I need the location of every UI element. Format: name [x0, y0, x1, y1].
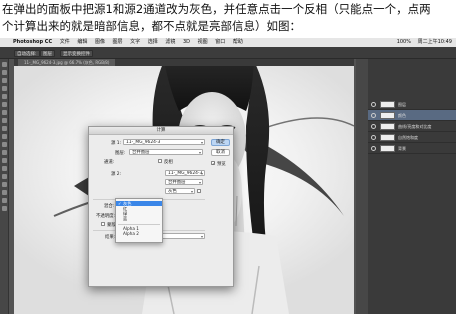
- history-brush-tool-icon[interactable]: [1, 134, 7, 139]
- eyedropper-tool-icon[interactable]: [1, 102, 7, 107]
- layer-name: 图层: [398, 102, 406, 107]
- source2-channel-dropdown[interactable]: 灰色: [165, 188, 195, 194]
- layer-row[interactable]: 曲线/亮度和对比度: [368, 121, 456, 132]
- caption: 在弹出的面板中把源1和源2通道改为灰色，并任意点击一个反相（只能点一个，点两 个…: [0, 0, 456, 38]
- result-label: 结果:: [105, 235, 116, 240]
- source1-layer-label: 图层:: [115, 151, 126, 156]
- lasso-tool-icon[interactable]: [1, 78, 7, 83]
- layer-name: 背景: [398, 146, 406, 151]
- eye-icon[interactable]: [371, 113, 376, 118]
- channel-dropdown-menu: 灰色 红 绿 蓝 Alpha 1 Alpha 2: [115, 198, 163, 243]
- source2-dropdown[interactable]: 11-_MG_9624-3: [165, 170, 205, 176]
- menu-item[interactable]: 文字: [130, 39, 140, 45]
- menu-item[interactable]: 视图: [198, 39, 208, 45]
- invert1-label: 反相: [164, 160, 173, 165]
- stamp-tool-icon[interactable]: [1, 126, 7, 131]
- options-bar: 自动选择: 图层 显示变换控件: [0, 47, 456, 59]
- menu-item[interactable]: 帮助: [233, 39, 243, 45]
- source1-label: 源 1:: [111, 141, 122, 146]
- layer-row[interactable]: 自然饱和度: [368, 132, 456, 143]
- check-icon: ✓: [212, 161, 216, 166]
- caption-line-1: 在弹出的面板中把源1和源2通道改为灰色，并任意点击一个反相（只能点一个，点两: [2, 2, 431, 16]
- source2-label: 源 2:: [111, 172, 122, 177]
- caption-line-2: 个计算出来的就是暗部信息，都不点就是亮部信息）如图：: [2, 19, 301, 33]
- path-select-tool-icon[interactable]: [1, 182, 7, 187]
- channel-option[interactable]: 蓝: [116, 216, 162, 221]
- layer-thumbnail: [380, 112, 395, 119]
- photoshop-window: Photoshop CC 文件 编辑 图像 图层 文字 选择 滤镜 3D 视图 …: [0, 38, 456, 314]
- auto-select-dropdown[interactable]: 图层: [40, 49, 55, 57]
- type-tool-icon[interactable]: [1, 174, 7, 179]
- status-area: 100% 周二上午10:49: [392, 38, 452, 47]
- healing-tool-icon[interactable]: [1, 110, 7, 115]
- menu-item[interactable]: 选择: [148, 39, 158, 45]
- invert1-checkbox[interactable]: [158, 159, 162, 163]
- dialog-title: 计算: [89, 127, 233, 135]
- opacity-label: 不透明度:: [96, 214, 116, 219]
- mask-checkbox[interactable]: [101, 222, 105, 226]
- layer-thumbnail: [380, 123, 395, 130]
- menu-item[interactable]: 图层: [113, 39, 123, 45]
- layer-thumbnail: [380, 134, 395, 141]
- preview-checkbox[interactable]: ✓: [211, 161, 216, 166]
- layer-row[interactable]: 图层: [368, 99, 456, 110]
- layer-name: 自然饱和度: [398, 135, 418, 140]
- tools-panel: [0, 59, 9, 314]
- marquee-tool-icon[interactable]: [1, 70, 7, 75]
- invert2-checkbox[interactable]: [197, 189, 201, 193]
- source1-dropdown[interactable]: 11-_MG_9624-3: [123, 139, 205, 145]
- menu-item[interactable]: 3D: [183, 39, 190, 45]
- calculations-dialog: 计算 源 1: 11-_MG_9624-3 图层: 合并图层 通道: 反相 源 …: [88, 126, 234, 287]
- eye-icon[interactable]: [371, 124, 376, 129]
- battery-status: 100%: [396, 39, 411, 45]
- crop-tool-icon[interactable]: [1, 94, 7, 99]
- clock: 周二上午10:49: [417, 39, 452, 45]
- menu-bar: Photoshop CC 文件 编辑 图像 图层 文字 选择 滤镜 3D 视图 …: [0, 38, 456, 47]
- layer-name: 颜色: [398, 113, 406, 118]
- layer-thumbnail: [380, 101, 395, 108]
- menu-item[interactable]: 图像: [95, 39, 105, 45]
- preview-label: 预览: [217, 162, 226, 167]
- channel-option[interactable]: Alpha 2: [116, 231, 162, 236]
- menu-app[interactable]: Photoshop CC: [13, 39, 52, 45]
- magic-wand-tool-icon[interactable]: [1, 86, 7, 91]
- document-tab[interactable]: 11-_MG_9624-3.jpg @ 66.7% (灰色, RGB/8): [18, 59, 116, 66]
- layer-thumbnail: [380, 145, 395, 152]
- pen-tool-icon[interactable]: [1, 166, 7, 171]
- blend-label: 混合:: [104, 204, 115, 209]
- layer-row[interactable]: 背景: [368, 143, 456, 154]
- menu-item[interactable]: 窗口: [215, 39, 225, 45]
- source2-layer-dropdown[interactable]: 合并图层: [165, 179, 203, 185]
- gradient-tool-icon[interactable]: [1, 150, 7, 155]
- ok-button[interactable]: 确定: [211, 139, 230, 146]
- menu-item[interactable]: 编辑: [77, 39, 87, 45]
- cancel-button[interactable]: 取消: [211, 149, 230, 156]
- collapsed-panel-strip[interactable]: [356, 59, 368, 314]
- menu-divider: [118, 224, 160, 225]
- shape-tool-icon[interactable]: [1, 190, 7, 195]
- auto-select-label[interactable]: 自动选择:: [14, 49, 40, 57]
- eye-icon[interactable]: [371, 146, 376, 151]
- eraser-tool-icon[interactable]: [1, 142, 7, 147]
- brush-tool-icon[interactable]: [1, 118, 7, 123]
- zoom-tool-icon[interactable]: [1, 206, 7, 211]
- menu-item[interactable]: 文件: [60, 39, 70, 45]
- move-tool-icon[interactable]: [1, 62, 7, 67]
- menu-item[interactable]: 滤镜: [165, 39, 175, 45]
- dodge-tool-icon[interactable]: [1, 158, 7, 163]
- document-tab-bar: 11-_MG_9624-3.jpg @ 66.7% (灰色, RGB/8): [14, 59, 354, 66]
- menu-list: Photoshop CC 文件 编辑 图像 图层 文字 选择 滤镜 3D 视图 …: [13, 38, 249, 47]
- layers-panel: 图层 颜色 曲线/亮度和对比度 自然饱和度 背景: [368, 59, 456, 314]
- show-transform-checkbox[interactable]: 显示变换控件: [60, 49, 93, 57]
- hand-tool-icon[interactable]: [1, 198, 7, 203]
- layer-row[interactable]: 颜色: [368, 110, 456, 121]
- source1-layer-dropdown[interactable]: 合并图层: [129, 149, 203, 155]
- layer-name: 曲线/亮度和对比度: [398, 124, 432, 129]
- eye-icon[interactable]: [371, 102, 376, 107]
- source1-channel-label: 通道:: [104, 160, 115, 165]
- eye-icon[interactable]: [371, 135, 376, 140]
